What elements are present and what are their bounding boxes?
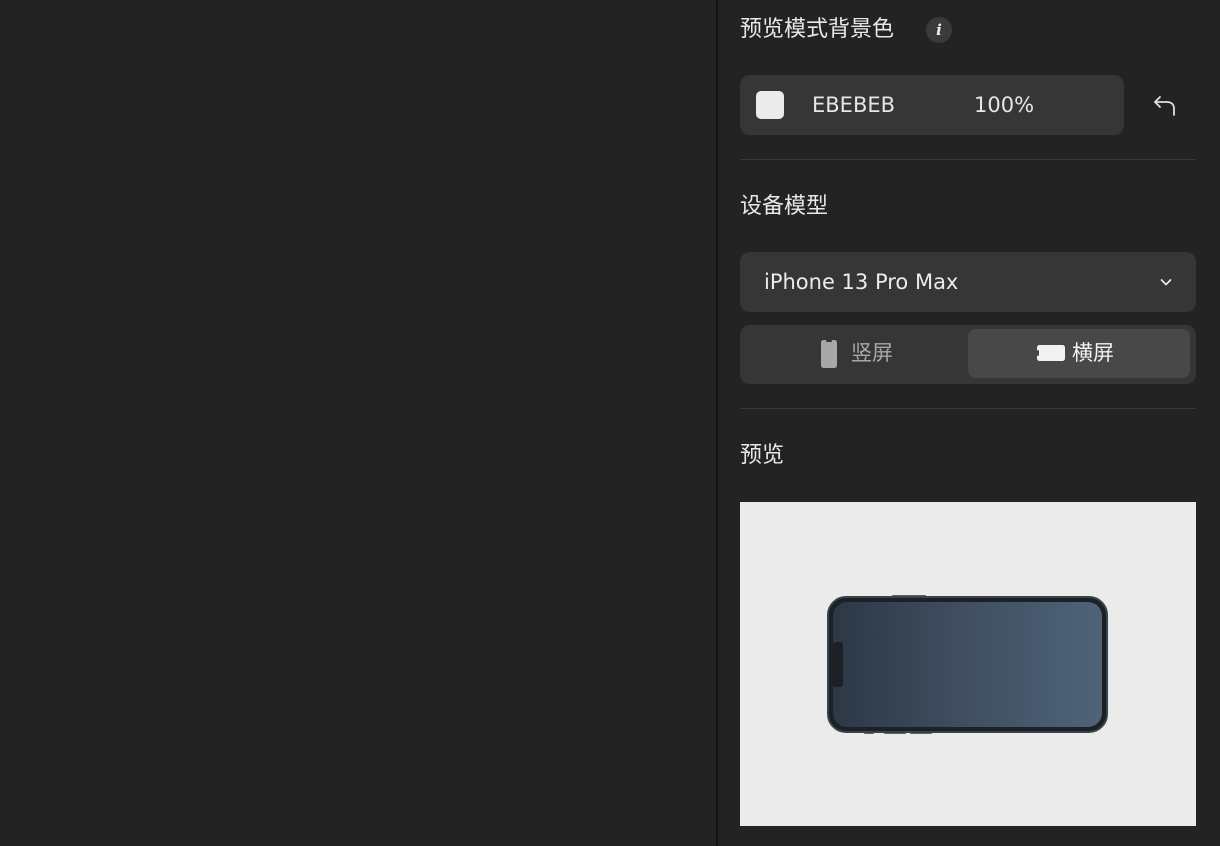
background-color-field[interactable]: EBEBEB 100% [740,75,1124,135]
background-color-title: 预览模式背景色 [740,17,895,42]
section-divider [740,408,1196,409]
landscape-phone-mockup [827,595,1108,734]
canvas-area[interactable] [0,0,716,846]
chevron-down-icon [1160,279,1172,286]
undo-arrow-icon[interactable] [1148,88,1182,122]
device-preview [740,502,1196,826]
preview-title: 预览 [740,443,785,468]
info-icon[interactable]: i [926,17,952,43]
portrait-phone-icon [821,340,837,368]
orientation-toggle: 竖屏 横屏 [740,325,1196,384]
landscape-label: 横屏 [1072,341,1114,365]
device-model-value: iPhone 13 Pro Max [764,270,959,294]
portrait-option[interactable]: 竖屏 [744,329,966,378]
hex-value[interactable]: EBEBEB [812,90,895,120]
portrait-label: 竖屏 [851,341,893,365]
landscape-phone-icon [1037,345,1065,361]
opacity-value[interactable]: 100% [974,90,1034,120]
device-model-title: 设备模型 [740,194,829,219]
device-model-select[interactable]: iPhone 13 Pro Max [740,252,1196,312]
properties-panel: 预览模式背景色 i EBEBEB 100% 设备模型 iPhone 13 Pro… [718,0,1220,846]
color-swatch[interactable] [756,91,784,119]
section-divider [740,159,1196,160]
landscape-option[interactable]: 横屏 [968,329,1190,378]
